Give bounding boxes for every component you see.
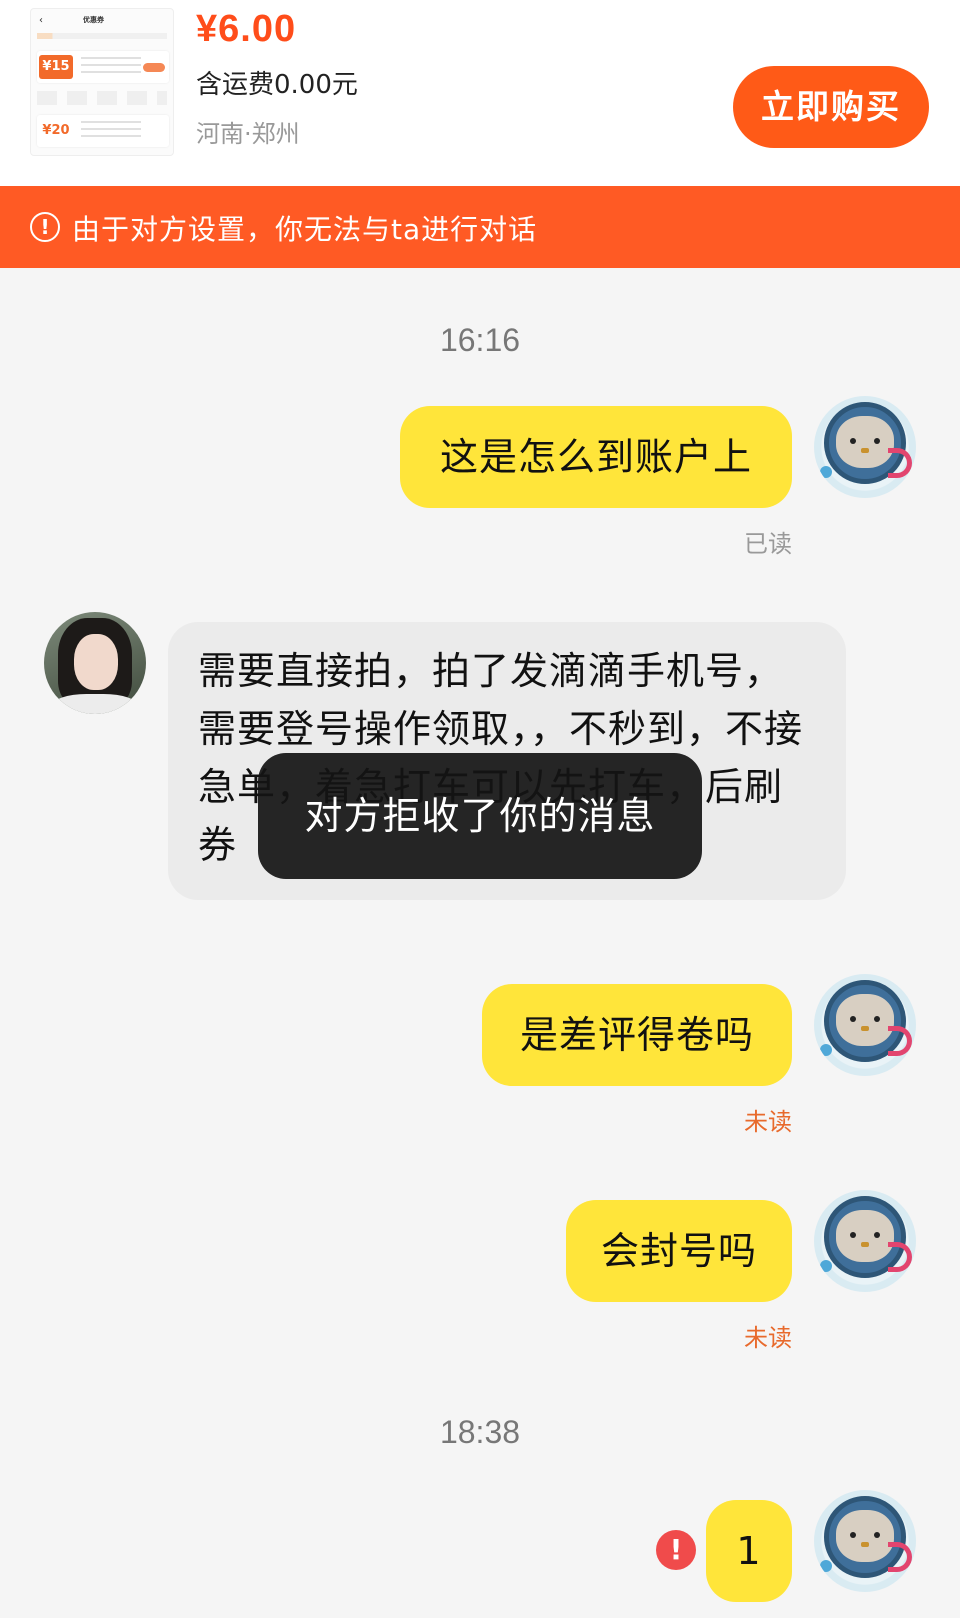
thumbnail-coupon-value: ¥15 (39, 55, 73, 79)
send-failed-icon[interactable]: ! (656, 1530, 696, 1570)
product-header: ‹ 优惠券 ¥15 ¥20 ¥6.00 含运费0.00元 河南·郑州 立即购买 (0, 0, 960, 186)
my-avatar[interactable] (814, 1190, 916, 1292)
thumbnail-tab-line (37, 33, 167, 39)
my-message-bubble[interactable]: 会封号吗 (566, 1200, 792, 1302)
thumbnail-back-icon: ‹ (39, 15, 43, 26)
my-avatar[interactable] (814, 974, 916, 1076)
message-rejected-toast: 对方拒收了你的消息 (258, 753, 702, 879)
shipping-fee: 含运费0.00元 (196, 70, 358, 100)
thumbnail-coupon-card: ¥15 (37, 51, 169, 83)
thumbnail-button (143, 63, 165, 72)
my-message-bubble[interactable]: 1 (706, 1500, 792, 1602)
blocked-banner: ! 由于对方设置，你无法与ta进行对话 (0, 186, 960, 268)
buy-now-button[interactable]: 立即购买 (733, 66, 929, 148)
unread-status: 未读 (744, 1108, 792, 1136)
thumbnail-lines (81, 121, 141, 141)
thumbnail-lines (81, 57, 141, 77)
thumbnail-coupon-value: ¥20 (42, 123, 70, 138)
read-status: 已读 (744, 530, 792, 558)
thumbnail-tabs: ‹ 优惠券 (31, 13, 173, 45)
unread-status: 未读 (744, 1324, 792, 1352)
contact-avatar[interactable] (44, 612, 146, 714)
thumbnail-divider (37, 91, 167, 105)
blocked-banner-text: 由于对方设置，你无法与ta进行对话 (72, 213, 538, 246)
thumbnail-title: 优惠券 (83, 16, 104, 24)
my-avatar[interactable] (814, 396, 916, 498)
alert-circle-icon: ! (30, 212, 60, 242)
my-avatar[interactable] (814, 1490, 916, 1592)
product-thumbnail[interactable]: ‹ 优惠券 ¥15 ¥20 (30, 8, 174, 156)
chat-timestamp: 16:16 (439, 322, 521, 358)
product-price: ¥6.00 (196, 8, 297, 50)
seller-location: 河南·郑州 (196, 120, 300, 148)
thumbnail-coupon-card: ¥20 (37, 115, 169, 147)
my-message-bubble[interactable]: 是差评得卷吗 (482, 984, 792, 1086)
chat-timestamp: 18:38 (439, 1414, 521, 1450)
my-message-bubble[interactable]: 这是怎么到账户上 (400, 406, 792, 508)
